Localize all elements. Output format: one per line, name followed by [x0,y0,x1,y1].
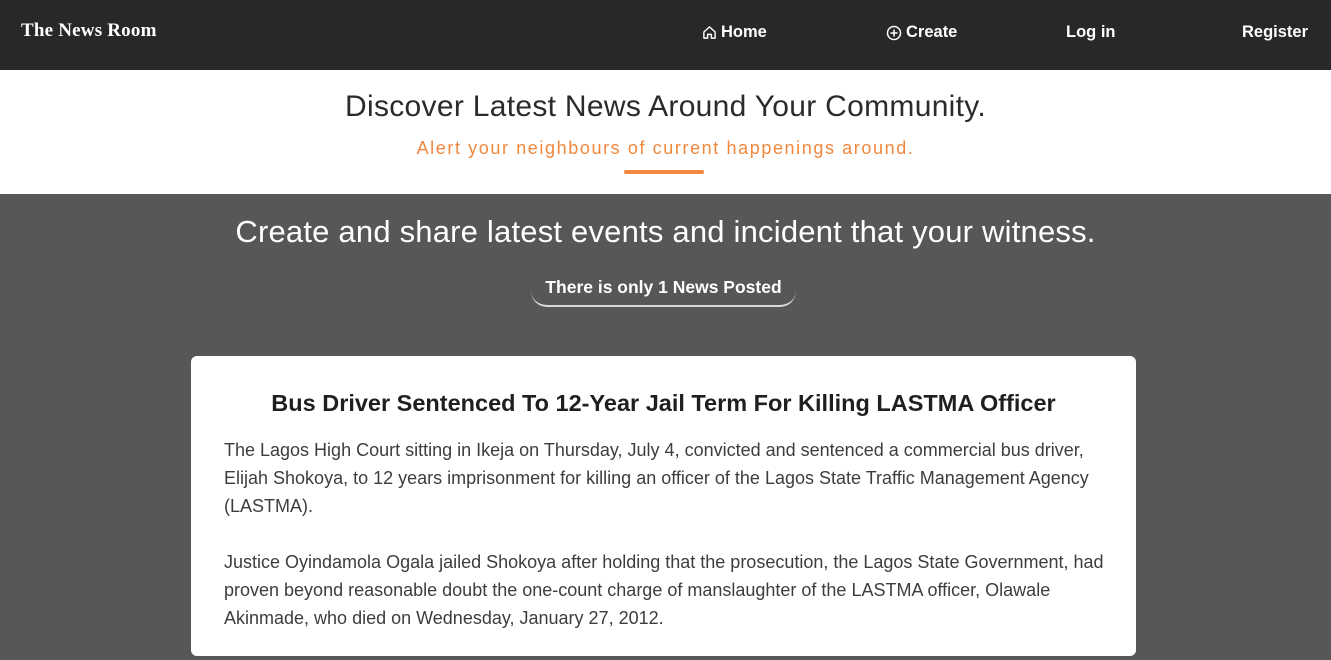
nav-create-link[interactable]: Create [886,23,957,42]
hero-subtitle: Alert your neighbours of current happeni… [416,138,915,158]
navbar: The News Room Home Create Log in Registe… [0,0,1331,70]
nav-register-link[interactable]: Register [1242,23,1308,42]
hero-title: Discover Latest News Around Your Communi… [345,90,986,123]
news-paragraph: Justice Oyindamola Ogala jailed Shokoya … [224,552,1104,628]
news-count-badge: There is only 1 News Posted [531,274,796,307]
section-title: Create and share latest events and incid… [235,214,1096,249]
nav-home-label: Home [721,23,767,41]
news-title[interactable]: Bus Driver Sentenced To 12-Year Jail Ter… [191,390,1136,417]
hero-banner: Discover Latest News Around Your Communi… [0,70,1331,194]
news-body: The Lagos High Court sitting in Ikeja on… [224,436,1104,660]
nav-home-link[interactable]: Home [702,23,767,42]
news-paragraph: The Lagos High Court sitting in Ikeja on… [224,440,1089,516]
nav-register-label: Register [1242,23,1309,41]
nav-login-link[interactable]: Log in [1066,23,1115,42]
nav-login-label: Log in [1066,23,1116,41]
hero-underline-divider [624,170,704,174]
home-icon [702,25,717,40]
news-card[interactable]: Bus Driver Sentenced To 12-Year Jail Ter… [191,356,1136,656]
nav-create-label: Create [906,23,958,41]
plus-circle-icon [886,25,902,41]
brand-logo[interactable]: The News Room [21,20,157,42]
